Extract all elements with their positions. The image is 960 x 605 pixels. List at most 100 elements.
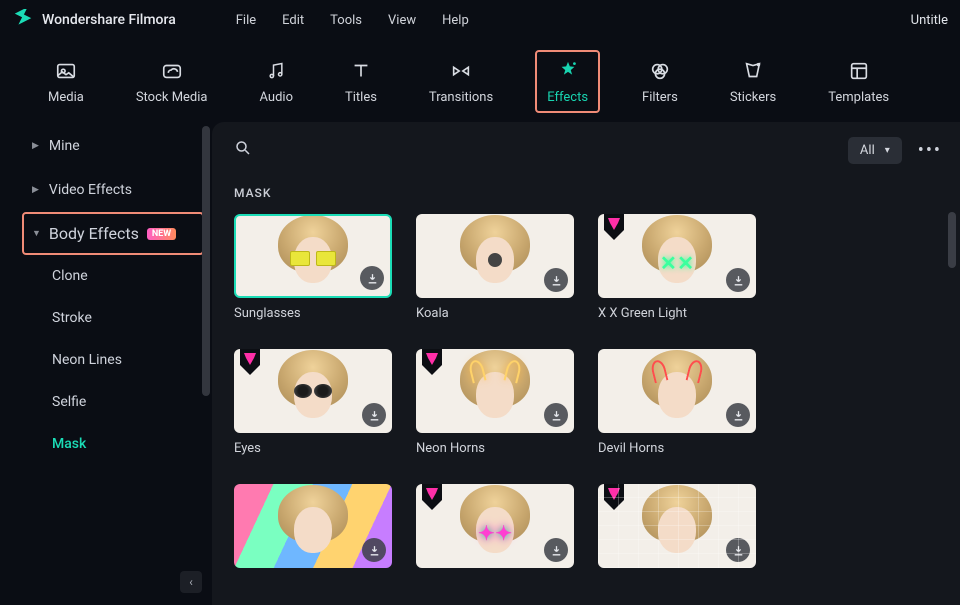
search-icon[interactable] — [234, 139, 252, 161]
download-button[interactable] — [360, 266, 384, 290]
mode-tabs: Media Stock Media Audio Titles Transitio… — [0, 40, 960, 122]
effect-card[interactable]: Neon Horns — [416, 349, 574, 456]
download-button[interactable] — [362, 403, 386, 427]
effect-card[interactable]: Sunglasses — [234, 214, 392, 321]
menu-file[interactable]: File — [236, 13, 256, 28]
tab-label: Filters — [642, 90, 678, 105]
effect-label: Koala — [416, 306, 574, 321]
sidebar-group-body-effects[interactable]: ▼ Body Effects NEW — [22, 212, 204, 255]
more-button[interactable]: ••• — [918, 140, 942, 161]
document-title: Untitle — [911, 13, 948, 28]
chevron-down-icon: ▾ — [885, 145, 890, 156]
tab-audio[interactable]: Audio — [250, 52, 303, 111]
premium-gem-icon — [240, 349, 260, 379]
effect-card[interactable]: Devil Horns — [598, 349, 756, 456]
filters-icon — [647, 58, 673, 84]
collapse-sidebar-button[interactable]: ‹ — [180, 571, 202, 593]
effects-icon — [555, 58, 581, 84]
effect-thumbnail[interactable]: ✕✕ — [598, 214, 756, 298]
premium-gem-icon — [604, 484, 624, 514]
tab-label: Media — [48, 90, 84, 105]
effect-card[interactable] — [598, 484, 756, 576]
sidebar-item-mask[interactable]: Mask — [52, 423, 212, 465]
effect-card[interactable]: ✦✦ — [416, 484, 574, 576]
menu-edit[interactable]: Edit — [282, 13, 304, 28]
effect-thumbnail[interactable] — [598, 484, 756, 568]
effect-card[interactable]: Koala — [416, 214, 574, 321]
download-button[interactable] — [726, 403, 750, 427]
chevron-down-icon: ▼ — [32, 228, 41, 239]
effect-label: Sunglasses — [234, 306, 392, 321]
tab-label: Titles — [345, 90, 377, 105]
effect-thumbnail[interactable] — [234, 484, 392, 568]
effect-label: Neon Horns — [416, 441, 574, 456]
tab-label: Stickers — [730, 90, 776, 105]
tab-label: Audio — [260, 90, 293, 105]
premium-gem-icon — [604, 214, 624, 244]
sidebar-label: Video Effects — [49, 182, 132, 198]
tab-label: Effects — [547, 90, 588, 105]
effect-thumbnail[interactable]: ✦✦ — [416, 484, 574, 568]
filter-dropdown[interactable]: All ▾ — [848, 137, 902, 164]
effect-thumbnail[interactable] — [598, 349, 756, 433]
media-icon — [53, 58, 79, 84]
tab-label: Templates — [828, 90, 889, 105]
effect-thumbnail[interactable] — [234, 349, 392, 433]
menu-view[interactable]: View — [388, 13, 416, 28]
titles-icon — [348, 58, 374, 84]
logo-icon — [12, 9, 34, 31]
premium-gem-icon — [422, 349, 442, 379]
sidebar-group-video-effects[interactable]: ▶ Video Effects — [22, 170, 202, 210]
menu-help[interactable]: Help — [442, 13, 469, 28]
menu-tools[interactable]: Tools — [330, 13, 362, 28]
tab-effects[interactable]: Effects — [535, 50, 600, 113]
tab-templates[interactable]: Templates — [818, 52, 899, 111]
app-logo: Wondershare Filmora — [12, 9, 176, 31]
filter-value: All — [860, 143, 875, 158]
effect-label: Devil Horns — [598, 441, 756, 456]
tab-media[interactable]: Media — [38, 52, 94, 111]
sidebar-item-clone[interactable]: Clone — [52, 255, 212, 297]
download-button[interactable] — [544, 538, 568, 562]
section-title: MASK — [234, 186, 942, 200]
templates-icon — [846, 58, 872, 84]
download-button[interactable] — [544, 403, 568, 427]
download-button[interactable] — [726, 268, 750, 292]
sidebar-scrollbar[interactable] — [202, 126, 210, 396]
effect-thumbnail[interactable] — [416, 214, 574, 298]
sidebar-item-selfie[interactable]: Selfie — [52, 381, 212, 423]
cloud-icon — [159, 58, 185, 84]
music-icon — [263, 58, 289, 84]
chevron-right-icon: ▶ — [32, 141, 39, 151]
transitions-icon — [448, 58, 474, 84]
app-name: Wondershare Filmora — [42, 12, 176, 28]
chevron-left-icon: ‹ — [189, 575, 193, 589]
effect-thumbnail[interactable] — [234, 214, 392, 298]
sidebar-group-mine[interactable]: ▶ Mine — [22, 126, 202, 166]
sidebar-item-stroke[interactable]: Stroke — [52, 297, 212, 339]
premium-gem-icon — [422, 484, 442, 514]
tab-filters[interactable]: Filters — [632, 52, 688, 111]
tab-transitions[interactable]: Transitions — [419, 52, 503, 111]
download-button[interactable] — [544, 268, 568, 292]
tab-stock-media[interactable]: Stock Media — [126, 52, 218, 111]
tab-titles[interactable]: Titles — [335, 52, 387, 111]
stickers-icon — [740, 58, 766, 84]
sidebar-item-neon-lines[interactable]: Neon Lines — [52, 339, 212, 381]
app-bar: Wondershare Filmora File Edit Tools View… — [0, 0, 960, 40]
download-button[interactable] — [362, 538, 386, 562]
menubar: File Edit Tools View Help — [236, 13, 469, 28]
sidebar: ▶ Mine ▶ Video Effects ▼ Body Effects NE… — [0, 122, 212, 605]
tab-stickers[interactable]: Stickers — [720, 52, 786, 111]
tab-label: Transitions — [429, 90, 493, 105]
effect-label: Eyes — [234, 441, 392, 456]
sidebar-label: Mine — [49, 138, 80, 154]
download-button[interactable] — [726, 538, 750, 562]
body: ▶ Mine ▶ Video Effects ▼ Body Effects NE… — [0, 122, 960, 605]
effect-card[interactable]: ✕✕X X Green Light — [598, 214, 756, 321]
effect-thumbnail[interactable] — [416, 349, 574, 433]
tab-label: Stock Media — [136, 90, 208, 105]
effect-card[interactable]: Eyes — [234, 349, 392, 456]
effect-card[interactable] — [234, 484, 392, 576]
main-scrollbar[interactable] — [948, 212, 956, 268]
